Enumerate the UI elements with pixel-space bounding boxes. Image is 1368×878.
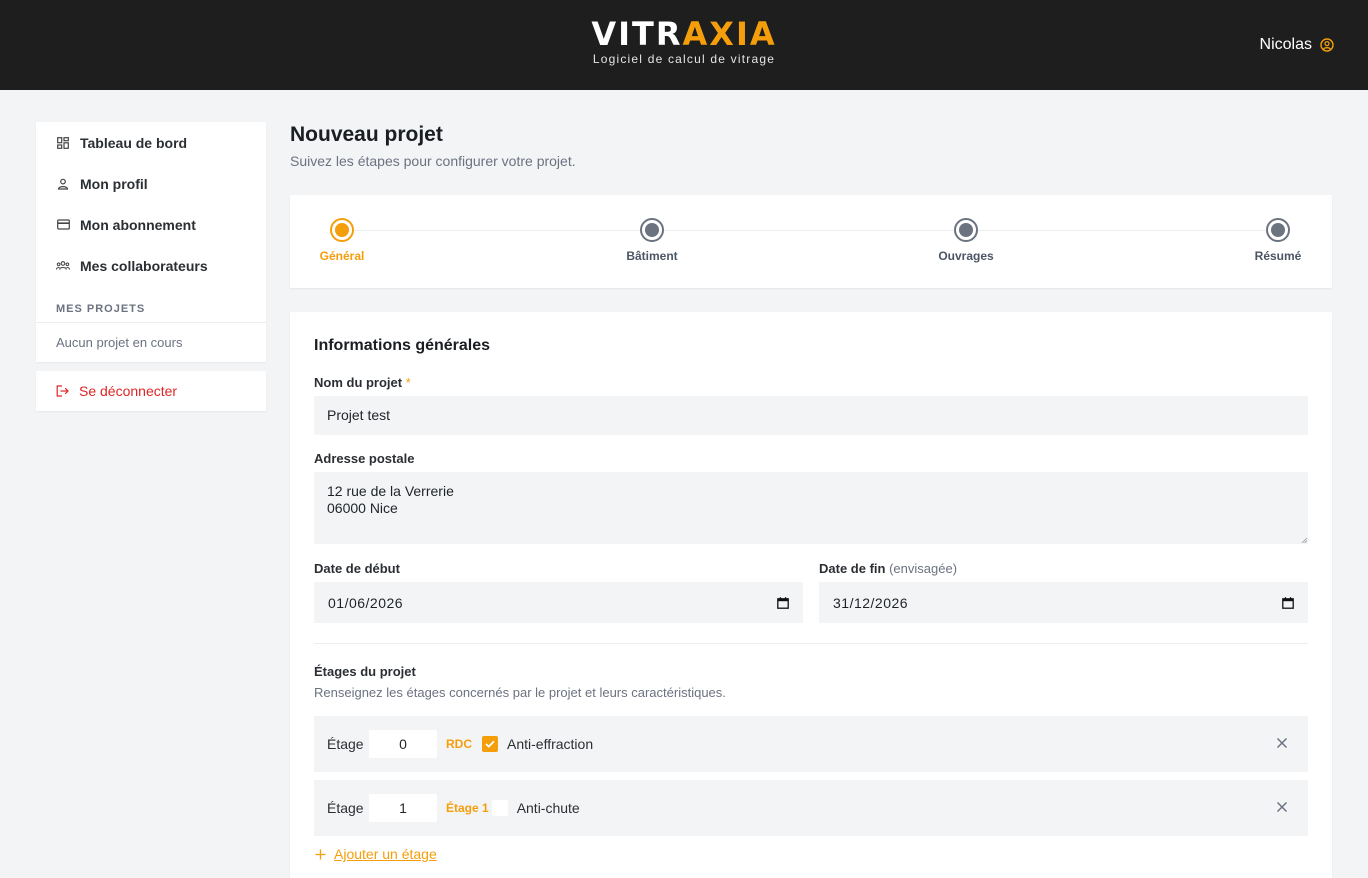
calendar-icon[interactable] bbox=[1282, 596, 1294, 609]
floor-label: Étage bbox=[327, 800, 364, 816]
resize-grip-icon[interactable] bbox=[1301, 537, 1307, 543]
floor-label: Étage bbox=[327, 736, 364, 752]
anti-fall-checkbox[interactable] bbox=[491, 800, 508, 816]
user-circle-icon bbox=[1320, 38, 1334, 52]
start-date-label: Date de début bbox=[314, 561, 400, 576]
checkbox-label: Anti-chute bbox=[516, 800, 580, 816]
top-bar: VITRAXIA Logiciel de calcul de vitrage N… bbox=[0, 0, 1368, 90]
add-floor-label: Ajouter un étage bbox=[334, 846, 437, 862]
anti-burglary-checkbox[interactable] bbox=[482, 736, 498, 752]
required-mark: * bbox=[405, 375, 411, 390]
sidebar-nav: Tableau de bord Mon profil Mon abonnemen… bbox=[36, 122, 266, 362]
logo-part-1: VITR bbox=[591, 15, 683, 53]
close-icon[interactable] bbox=[1275, 800, 1289, 814]
check-icon bbox=[485, 740, 495, 748]
end-date-label-text: Date de fin bbox=[819, 561, 886, 576]
step-dot bbox=[330, 218, 354, 242]
page-subtitle: Suivez les étapes pour configurer votre … bbox=[290, 153, 576, 169]
general-info-form: Informations générales Nom du projet * P… bbox=[290, 312, 1332, 878]
project-name-label: Nom du projet * bbox=[314, 375, 411, 390]
project-name-input[interactable]: Projet test bbox=[314, 396, 1308, 435]
start-date-input[interactable]: 01/06/2026 bbox=[314, 582, 803, 623]
end-date-hint: (envisagée) bbox=[889, 561, 958, 576]
projects-empty-text: Aucun projet en cours bbox=[56, 335, 183, 350]
step-dot bbox=[1266, 218, 1290, 242]
step-label: Général bbox=[319, 249, 365, 263]
sidebar-item-profile[interactable]: Mon profil bbox=[36, 163, 266, 204]
step-dot bbox=[954, 218, 978, 242]
sidebar-item-label: Mon abonnement bbox=[80, 216, 196, 233]
step-label: Résumé bbox=[1254, 249, 1302, 263]
user-name: Nicolas bbox=[1259, 36, 1312, 53]
address-line-2: 06000 Nice bbox=[327, 500, 398, 516]
users-icon bbox=[56, 259, 70, 273]
plus-icon bbox=[315, 849, 326, 859]
brand-tagline: Logiciel de calcul de vitrage bbox=[592, 52, 776, 66]
sidebar-item-label: Tableau de bord bbox=[80, 134, 188, 151]
checkbox-label: Anti-effraction bbox=[507, 736, 594, 752]
logout-icon bbox=[56, 385, 69, 397]
logo[interactable]: VITRAXIA bbox=[0, 16, 1368, 52]
logout-label: Se déconnecter bbox=[79, 383, 178, 399]
section-title: Informations générales bbox=[314, 337, 491, 354]
add-floor-button[interactable]: Ajouter un étage bbox=[315, 846, 437, 862]
step-general[interactable]: Général bbox=[282, 218, 402, 263]
floor-tag: RDC bbox=[446, 737, 472, 751]
user-icon bbox=[56, 177, 70, 191]
logo-part-2: AXIA bbox=[682, 15, 777, 53]
address-label: Adresse postale bbox=[314, 451, 415, 466]
credit-card-icon bbox=[56, 218, 70, 232]
brand: VITRAXIA Logiciel de calcul de vitrage bbox=[0, 16, 1368, 66]
step-works[interactable]: Ouvrages bbox=[906, 218, 1026, 263]
start-date-value: 01/06/2026 bbox=[328, 594, 404, 611]
calendar-icon[interactable] bbox=[777, 596, 789, 609]
page-title: Nouveau projet bbox=[290, 123, 443, 146]
logout-button[interactable]: Se déconnecter bbox=[36, 371, 266, 411]
sidebar-item-dashboard[interactable]: Tableau de bord bbox=[36, 122, 266, 163]
sidebar-item-label: Mon profil bbox=[80, 175, 148, 192]
projects-section-label: MES PROJETS bbox=[36, 286, 266, 323]
end-date-input[interactable]: 31/12/2026 bbox=[819, 582, 1308, 623]
end-date-value: 31/12/2026 bbox=[833, 594, 909, 611]
floors-description: Renseignez les étages concernés par le p… bbox=[314, 685, 726, 700]
step-label: Bâtiment bbox=[626, 249, 678, 263]
stepper: Général Bâtiment Ouvrages Résumé bbox=[290, 195, 1332, 288]
floor-tag: Étage 1 bbox=[446, 801, 489, 815]
close-icon[interactable] bbox=[1275, 736, 1289, 750]
address-line-1: 12 rue de la Verrerie bbox=[327, 483, 454, 499]
stepper-line bbox=[342, 230, 1278, 231]
sidebar-item-subscription[interactable]: Mon abonnement bbox=[36, 204, 266, 245]
address-textarea[interactable]: 12 rue de la Verrerie 06000 Nice bbox=[314, 472, 1308, 544]
step-building[interactable]: Bâtiment bbox=[592, 218, 712, 263]
floor-row: Étage 1 Étage 1 Anti-chute bbox=[314, 780, 1308, 836]
sidebar-item-collaborators[interactable]: Mes collaborateurs bbox=[36, 245, 266, 286]
floor-number-input[interactable]: 0 bbox=[369, 730, 437, 758]
step-label: Ouvrages bbox=[938, 249, 994, 263]
step-summary[interactable]: Résumé bbox=[1218, 218, 1338, 263]
dashboard-icon bbox=[56, 136, 70, 150]
sidebar: Tableau de bord Mon profil Mon abonnemen… bbox=[36, 122, 266, 411]
sidebar-item-label: Mes collaborateurs bbox=[80, 257, 208, 274]
floor-row: Étage 0 RDC Anti-effraction bbox=[314, 716, 1308, 772]
project-name-label-text: Nom du projet bbox=[314, 375, 403, 390]
floors-title: Étages du projet bbox=[314, 664, 416, 679]
divider bbox=[314, 643, 1308, 644]
step-dot bbox=[640, 218, 664, 242]
user-menu[interactable]: Nicolas bbox=[1260, 36, 1334, 54]
floor-number-input[interactable]: 1 bbox=[369, 794, 437, 822]
end-date-label: Date de fin (envisagée) bbox=[819, 561, 957, 576]
